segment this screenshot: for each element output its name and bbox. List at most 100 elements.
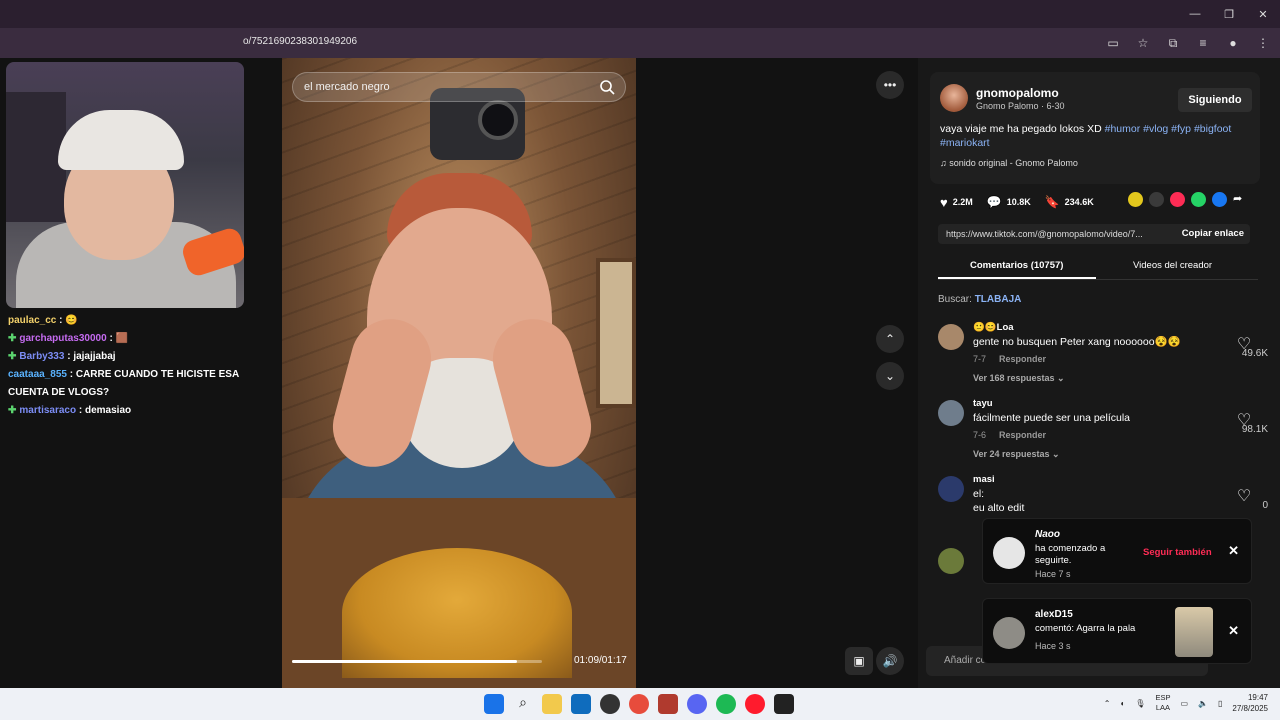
save-action[interactable]: 🔖 234.6K [1045,195,1094,209]
search-label: Buscar: [938,294,975,305]
chat-username[interactable]: martisaraco [19,405,76,416]
chat-separator: : [76,405,85,416]
search-icon[interactable]: ⌕ [513,694,533,714]
close-window-icon[interactable]: ✕ [1246,0,1280,28]
repost-icon[interactable] [1128,192,1143,207]
embed-icon[interactable] [1149,192,1164,207]
file-explorer-icon[interactable] [542,694,562,714]
screen: — ❐ ✕ o/7521690238301949206 ▭ ☆ ⧉ ≡ ● ⋮ [0,0,1280,720]
like-action[interactable]: ♥ 2.2M [940,195,973,210]
menu-dots-icon[interactable]: ⋮ [1254,34,1272,52]
hashtag-link[interactable]: #mariokart [940,137,990,149]
hashtag-link[interactable]: #bigfoot [1194,123,1231,135]
battery-icon[interactable]: ▯ [1218,699,1222,708]
tab-creator-videos[interactable]: Videos del creador [1133,260,1212,271]
follow-notification[interactable]: Naoo ha comenzado a seguirte. Hace 7 s S… [982,518,1252,584]
notification-body: ha comenzado a seguirte. [1035,543,1106,566]
comment-username[interactable]: 🙂😊Loa [973,322,1014,333]
chat-message: ✚ martisaraco : demasiao [8,402,248,420]
chat-username[interactable]: Barby333 [19,351,64,362]
chat-username[interactable]: garchaputas30000 [19,333,106,344]
share-arrow-icon[interactable]: ➦ [1233,192,1248,207]
chat-separator: : [66,369,76,380]
tab-comments[interactable]: Comentarios (10757) [970,260,1063,271]
subscriber-badge-icon: ✚ [8,405,17,416]
minimize-icon[interactable]: — [1178,0,1212,28]
language-indicator[interactable]: ESP LAA [1155,693,1170,713]
reply-button[interactable]: Responder [999,354,1046,364]
video-progress-bar[interactable] [292,660,542,663]
video-player[interactable]: el mercado negro 01:09/01:17 [282,58,636,688]
reply-button[interactable]: Responder [999,430,1046,440]
close-icon[interactable]: ✕ [1228,623,1239,639]
comment-search-suggestion[interactable]: Buscar: TLABAJA [938,294,1021,305]
notification-user: Naoo [1035,529,1060,540]
send-to-friends-icon[interactable] [1170,192,1185,207]
keyboard-layout: LAA [1155,703,1171,712]
creator-card: gnomopalomo Gnomo Palomo · 6-30 Siguiend… [930,72,1260,184]
creator-username[interactable]: gnomopalomo [976,86,1059,100]
extensions-icon[interactable]: ⧉ [1164,34,1182,52]
chrome-icon[interactable] [629,694,649,714]
obs-icon[interactable] [600,694,620,714]
cast-icon[interactable]: ▭ [1104,34,1122,52]
comment-username[interactable]: masi [973,474,995,485]
hashtag-link[interactable]: #fyp [1171,123,1194,135]
bookmark-icon: 🔖 [1044,195,1060,209]
pip-icon[interactable]: ▣ [845,647,873,675]
whatsapp-icon[interactable] [1191,192,1206,207]
chat-text: demasiao [84,405,132,416]
webcam-cap [58,110,184,170]
comment-text: fácilmente puede ser una película [973,412,1131,424]
volume-icon[interactable]: 🔊 [876,647,904,675]
search-icon[interactable] [599,79,615,95]
creator-avatar[interactable] [940,84,968,112]
more-options-icon[interactable]: ••• [876,71,904,99]
subscriber-badge-icon: ✚ [8,351,17,362]
speaker-icon[interactable]: 🔈 [1198,699,1208,708]
opera-icon[interactable] [745,694,765,714]
bookmark-star-icon[interactable]: ☆ [1134,34,1152,52]
comment-notification[interactable]: alexD15 comentó: Agarra la pala Hace 3 s… [982,598,1252,664]
video-link-text[interactable]: https://www.tiktok.com/@gnomopalomo/vide… [946,229,1143,239]
next-video-icon[interactable]: ⌄ [876,362,904,390]
view-replies[interactable]: Ver 24 respuestas ⌄ [973,449,1060,460]
monitor-icon[interactable]: ▭ [1180,699,1188,708]
start-icon[interactable] [484,694,504,714]
hashtag-link[interactable]: #humor [1105,123,1144,135]
profile-icon[interactable]: ● [1224,34,1242,52]
copy-link-button[interactable]: Copiar enlace [1182,228,1244,239]
spotify-icon[interactable] [716,694,736,714]
view-replies[interactable]: Ver 168 respuestas ⌄ [973,373,1065,384]
url-text[interactable]: o/7521690238301949206 [243,36,357,47]
app-icon[interactable] [658,694,678,714]
notification-avatar [993,537,1025,569]
epic-games-icon[interactable] [774,694,794,714]
comment-action[interactable]: 💬 10.8K [987,195,1031,209]
stream-chat: paulac_cc : 😊 ✚ garchaputas30000 : 🟫 ✚ Barby… [8,312,248,420]
comment-username[interactable]: tayu [973,398,993,409]
comment-avatar[interactable] [938,400,964,426]
clock[interactable]: 19:47 27/8/2025 [1232,692,1268,714]
maximize-icon[interactable]: ❐ [1212,0,1246,28]
discord-icon[interactable] [687,694,707,714]
tray-chevron-icon[interactable]: ⌃ [1104,699,1111,708]
tray-app-icon[interactable]: ◐ [1120,699,1125,708]
creator-display-name: Gnomo Palomo · 6-30 [976,101,1065,111]
chat-username[interactable]: caataaa_855 [8,369,67,380]
outlook-icon[interactable] [571,694,591,714]
comment-avatar[interactable] [938,476,964,502]
microphone-icon[interactable]: 🎙 [1135,699,1145,708]
comment-avatar[interactable] [938,548,964,574]
previous-video-icon[interactable]: ⌃ [876,325,904,353]
video-search-box[interactable]: el mercado negro [292,72,626,102]
chat-username[interactable]: paulac_cc [8,315,56,326]
media-icon[interactable]: ≡ [1194,34,1212,52]
sound-row[interactable]: ♫ sonido original - Gnomo Palomo [940,158,1078,168]
facebook-icon[interactable] [1212,192,1227,207]
comment-avatar[interactable] [938,324,964,350]
follow-back-button[interactable]: Seguir también [1143,547,1212,558]
close-icon[interactable]: ✕ [1228,543,1239,559]
hashtag-link[interactable]: #vlog [1143,123,1171,135]
following-button[interactable]: Siguiendo [1178,88,1252,112]
